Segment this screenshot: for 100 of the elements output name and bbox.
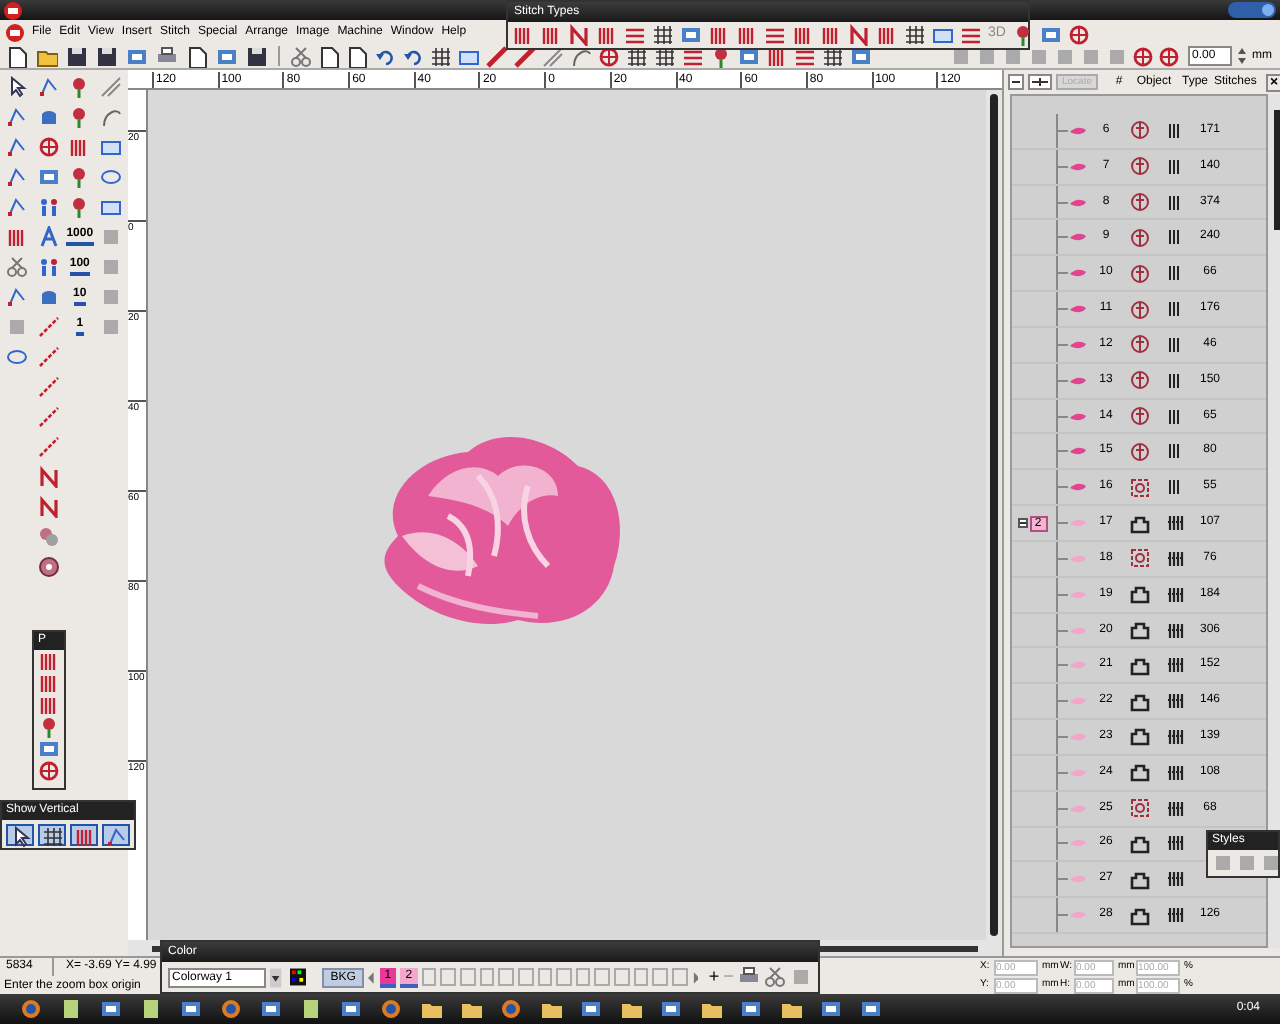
grid-icon[interactable] [904,24,926,46]
folder-icon[interactable] [780,998,802,1020]
zigzag-icon[interactable] [568,24,590,46]
browser-icon[interactable] [20,998,42,1020]
collapse-icon[interactable] [1017,518,1027,529]
satin-stitch-icon[interactable] [68,135,91,157]
pointer-icon[interactable] [9,826,31,848]
curve-icon[interactable] [569,45,591,67]
target-icon[interactable] [37,135,60,157]
printer-icon[interactable] [156,45,178,67]
ellipse-icon[interactable] [5,345,28,367]
document-icon[interactable] [300,998,322,1020]
curve-icon[interactable] [100,105,123,127]
undo-icon[interactable] [373,45,395,67]
greyed-tool-icon[interactable] [1260,852,1280,874]
flower-icon[interactable] [709,45,731,67]
pointer-icon[interactable] [5,75,28,97]
add-button[interactable]: + [708,968,720,986]
satin-stitch-icon[interactable] [876,24,898,46]
target-icon[interactable] [38,760,60,782]
figures-icon[interactable] [37,195,60,217]
folder-icon[interactable] [460,998,482,1020]
folder-icon[interactable] [700,998,722,1020]
node-edit-icon[interactable] [5,105,28,127]
node-edit-icon[interactable] [37,75,60,97]
window-controls-icon[interactable] [1228,2,1276,18]
satin-stitch-icon[interactable] [38,672,60,694]
satin-stitch-icon[interactable] [540,24,562,46]
next-icon[interactable] [691,971,699,983]
scissors-icon[interactable] [5,255,28,277]
rectangle-icon[interactable] [932,24,954,46]
flower-icon[interactable] [68,75,91,97]
flower-icon[interactable] [38,716,60,738]
document-icon[interactable] [140,998,162,1020]
needle-icon[interactable] [485,45,507,67]
stitch-line-icon[interactable] [37,315,60,337]
zigzag-icon[interactable] [848,24,870,46]
satin-stitch-icon[interactable] [512,24,534,46]
flower-icon[interactable] [68,165,91,187]
stitch-line-icon[interactable] [37,375,60,397]
browser-icon[interactable] [380,998,402,1020]
fill-stitch-icon[interactable] [960,24,982,46]
target-icon[interactable] [1067,24,1090,46]
figures-icon[interactable] [37,255,60,277]
satin-stitch-icon[interactable] [38,650,60,672]
undo-icon[interactable] [401,45,423,67]
scissors-icon[interactable] [289,45,311,67]
line-icon[interactable] [541,45,563,67]
satin-stitch-icon[interactable] [5,225,28,247]
shape-icon[interactable] [37,105,60,127]
target-icon[interactable] [1158,45,1180,67]
satin-stitch-icon[interactable] [708,24,730,46]
needle-icon[interactable] [513,45,535,67]
fill-stitch-icon[interactable] [681,45,703,67]
expand-all-icon[interactable] [1028,74,1052,90]
browser-icon[interactable] [220,998,242,1020]
zigzag-icon[interactable] [37,465,60,487]
grid-icon[interactable] [625,45,647,67]
palette-icon[interactable] [289,968,307,986]
rectangle-icon[interactable] [100,135,123,157]
scrollbar-thumb[interactable] [990,94,998,936]
node-edit-icon[interactable] [5,165,28,187]
letter-icon[interactable] [37,225,60,247]
scrollbar-thumb[interactable] [1274,110,1280,230]
flower-icon[interactable] [68,195,91,217]
grid-icon[interactable] [429,45,451,67]
satin-stitch-icon[interactable] [765,45,787,67]
document-icon[interactable] [60,998,82,1020]
fill-stitch-icon[interactable] [764,24,786,46]
browser-icon[interactable] [500,998,522,1020]
shape-icon[interactable] [37,285,60,307]
fill-stitch-icon[interactable] [624,24,646,46]
node-edit-icon[interactable] [5,195,28,217]
disc-icon[interactable] [37,555,60,577]
rectangle-icon[interactable] [457,45,479,67]
satin-stitch-icon[interactable] [596,24,618,46]
flower-icon[interactable] [1011,24,1034,46]
target-icon[interactable] [597,45,619,67]
grid-icon[interactable] [653,45,675,67]
satin-stitch-icon[interactable] [820,24,842,46]
grid-icon[interactable] [821,45,843,67]
folder-icon[interactable] [420,998,442,1020]
grid-icon[interactable] [652,24,674,46]
satin-stitch-icon[interactable] [38,694,60,716]
node-edit-icon[interactable] [5,285,28,307]
stitch-line-icon[interactable] [37,405,60,427]
printer-icon[interactable] [737,966,760,988]
satin-stitch-icon[interactable] [792,24,814,46]
flower-icon[interactable] [68,105,91,127]
rectangle-icon[interactable] [100,195,123,217]
target-icon[interactable] [1132,45,1154,67]
collapse-all-icon[interactable] [1008,74,1024,90]
fill-stitch-icon[interactable] [793,45,815,67]
node-edit-icon[interactable] [105,826,127,848]
grid-icon[interactable] [41,826,63,848]
satin-stitch-icon[interactable] [73,826,95,848]
node-edit-icon[interactable] [5,135,28,157]
ellipse-icon[interactable] [100,165,123,187]
folder-icon[interactable] [620,998,642,1020]
satin-stitch-icon[interactable] [736,24,758,46]
